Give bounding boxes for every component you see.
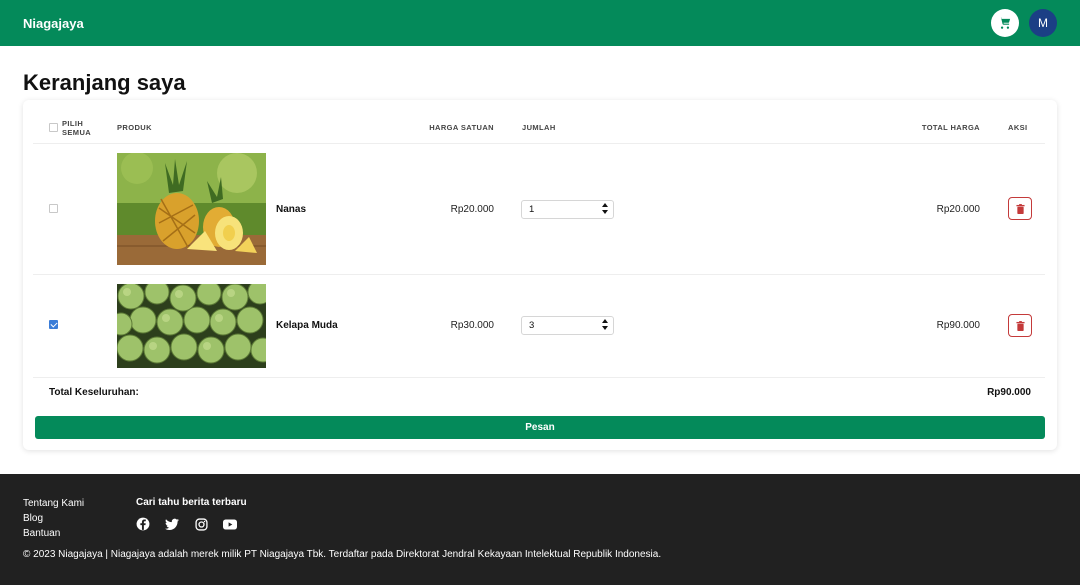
cart-card: Pilih Semua Produk Harga Satuan Jumlah T… <box>23 100 1057 450</box>
row-checkbox-nanas[interactable] <box>49 204 58 213</box>
unit-price-nanas: Rp20.000 <box>450 204 494 215</box>
divider <box>33 274 1045 275</box>
column-header-total-price: Total Harga <box>921 123 980 132</box>
select-all-label: Pilih Semua <box>62 119 92 137</box>
footer-link-blog[interactable]: Blog <box>23 513 84 524</box>
top-navbar: Niagajaya M <box>0 0 1080 46</box>
total-price-kelapa-muda: Rp90.000 <box>936 320 980 331</box>
column-header-action: Aksi <box>1008 123 1028 132</box>
quantity-value: 3 <box>529 320 535 331</box>
twitter-icon[interactable] <box>165 517 179 531</box>
news-title: Cari tahu berita terbaru <box>136 497 247 508</box>
trash-icon <box>1015 320 1025 331</box>
quantity-value: 1 <box>529 204 535 215</box>
quantity-stepper-kelapa-muda[interactable]: 3 <box>521 316 614 335</box>
page-title: Keranjang saya <box>23 70 186 95</box>
instagram-icon[interactable] <box>194 517 208 531</box>
chevron-down-icon[interactable] <box>602 210 608 214</box>
social-links <box>136 517 237 531</box>
grand-total-value: Rp90.000 <box>987 387 1031 398</box>
footer-link-help[interactable]: Bantuan <box>23 528 84 539</box>
header-actions: M <box>991 9 1057 37</box>
product-image-kelapa-muda[interactable] <box>117 284 266 368</box>
divider <box>33 143 1045 144</box>
cart-icon <box>999 17 1011 29</box>
user-avatar[interactable]: M <box>1029 9 1057 37</box>
select-all-checkbox[interactable] <box>49 123 58 132</box>
column-header-unit-price: Harga Satuan <box>429 123 494 132</box>
product-name-nanas: Nanas <box>276 204 307 215</box>
youtube-icon[interactable] <box>223 517 237 531</box>
chevron-up-icon[interactable] <box>602 319 608 323</box>
total-price-nanas: Rp20.000 <box>936 204 980 215</box>
delete-button-nanas[interactable] <box>1008 197 1032 220</box>
unit-price-kelapa-muda: Rp30.000 <box>450 320 494 331</box>
delete-button-kelapa-muda[interactable] <box>1008 314 1032 337</box>
copyright-text: © 2023 Niagajaya | Niagajaya adalah mere… <box>23 549 662 560</box>
quantity-stepper-nanas[interactable]: 1 <box>521 200 614 219</box>
product-name-kelapa-muda: Kelapa Muda <box>276 320 338 331</box>
column-header-quantity: Jumlah <box>522 123 556 132</box>
footer-links: Tentang Kami Blog Bantuan <box>23 498 84 539</box>
product-image-nanas[interactable] <box>117 153 266 265</box>
row-checkbox-kelapa-muda[interactable] <box>49 320 58 329</box>
order-button[interactable]: Pesan <box>35 416 1045 439</box>
chevron-down-icon[interactable] <box>602 326 608 330</box>
footer: Tentang Kami Blog Bantuan Cari tahu beri… <box>0 474 1080 585</box>
stepper-arrows[interactable] <box>602 203 609 214</box>
cart-button[interactable] <box>991 9 1019 37</box>
trash-icon <box>1015 203 1025 214</box>
grand-total-label: Total Keseluruhan: <box>49 387 139 398</box>
brand-logo-text[interactable]: Niagajaya <box>23 16 84 31</box>
chevron-up-icon[interactable] <box>602 203 608 207</box>
facebook-icon[interactable] <box>136 517 150 531</box>
stepper-arrows[interactable] <box>602 319 609 330</box>
column-header-product: Produk <box>117 123 152 132</box>
divider <box>33 377 1045 378</box>
footer-link-about[interactable]: Tentang Kami <box>23 498 84 509</box>
